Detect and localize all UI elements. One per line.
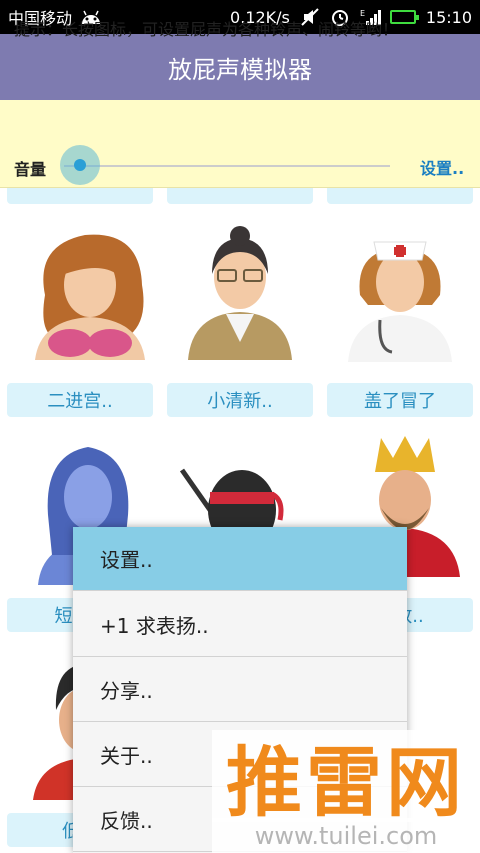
menu-item-praise[interactable]: +1 求表扬..	[73, 593, 407, 657]
watermark-url: www.tuilei.com	[212, 818, 480, 853]
app-title: 放屁声模拟器	[168, 55, 312, 84]
hint-text: 提示：长按图标，可设置屁声为各种铃声、闹铃等哟！	[14, 20, 399, 39]
watermark-logo: 推雷网	[212, 730, 480, 827]
volume-slider-track[interactable]	[64, 165, 390, 167]
settings-link[interactable]: 设置..	[420, 155, 464, 179]
businesswoman-avatar-icon[interactable]	[180, 222, 300, 364]
volume-slider-thumb[interactable]	[60, 145, 100, 185]
grid-label[interactable]: 二进宫..	[7, 383, 153, 417]
volume-label: 音量	[14, 160, 47, 179]
woman-avatar-icon[interactable]	[30, 225, 150, 364]
ninja-avatar-icon[interactable]	[172, 450, 302, 550]
menu-item-share[interactable]: 分享..	[73, 658, 407, 722]
grid-label[interactable]: 盖了冒了	[327, 383, 473, 417]
grid-label[interactable]: 小清新..	[167, 383, 313, 417]
app-title-bar: 放屁声模拟器	[0, 34, 480, 100]
menu-item-settings[interactable]: 设置..	[73, 527, 407, 591]
nurse-avatar-icon[interactable]	[340, 220, 460, 366]
